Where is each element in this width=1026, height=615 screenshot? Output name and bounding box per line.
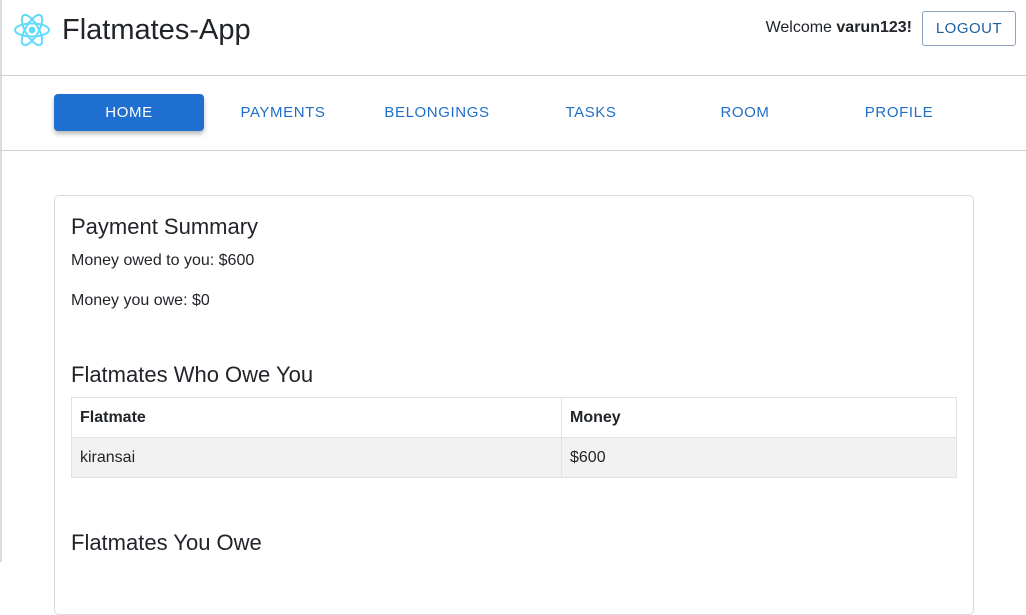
payment-summary-title: Payment Summary bbox=[71, 214, 259, 239]
main-nav: HOME PAYMENTS BELONGINGS TASKS ROOM PROF… bbox=[0, 76, 1026, 150]
you-owe-title: Flatmates You Owe bbox=[71, 530, 262, 555]
money-owed-to-you: Money owed to you: $600 bbox=[71, 252, 255, 269]
welcome-message: Welcome varun123! bbox=[766, 17, 912, 39]
tab-payments[interactable]: PAYMENTS bbox=[208, 94, 358, 131]
tab-room[interactable]: ROOM bbox=[670, 94, 820, 131]
tab-tasks[interactable]: TASKS bbox=[516, 94, 666, 131]
owe-you-table: Flatmate Money kiransai $600 bbox=[71, 397, 957, 478]
app-header: Flatmates-App Welcome varun123! LOGOUT bbox=[0, 0, 1026, 75]
column-header-flatmate: Flatmate bbox=[71, 397, 562, 438]
react-atom-icon[interactable] bbox=[12, 10, 52, 50]
app-title[interactable]: Flatmates-App bbox=[62, 12, 251, 48]
table-row: kiransai $600 bbox=[71, 437, 957, 478]
money-cell: $600 bbox=[561, 437, 957, 478]
welcome-prefix: Welcome bbox=[765, 19, 832, 36]
tab-profile[interactable]: PROFILE bbox=[824, 94, 974, 131]
flatmate-cell: kiransai bbox=[71, 437, 562, 478]
table-header-row: Flatmate Money bbox=[71, 397, 957, 438]
username: varun123! bbox=[836, 19, 912, 36]
money-you-owe: Money you owe: $0 bbox=[71, 292, 210, 309]
owe-you-title: Flatmates Who Owe You bbox=[71, 362, 314, 387]
tab-home[interactable]: HOME bbox=[54, 94, 204, 131]
logout-button[interactable]: LOGOUT bbox=[922, 11, 1016, 46]
column-header-money: Money bbox=[561, 397, 957, 438]
nav-divider bbox=[0, 150, 1026, 151]
payment-summary-card: Payment Summary Money owed to you: $600 … bbox=[54, 195, 974, 615]
tab-belongings[interactable]: BELONGINGS bbox=[362, 94, 512, 131]
